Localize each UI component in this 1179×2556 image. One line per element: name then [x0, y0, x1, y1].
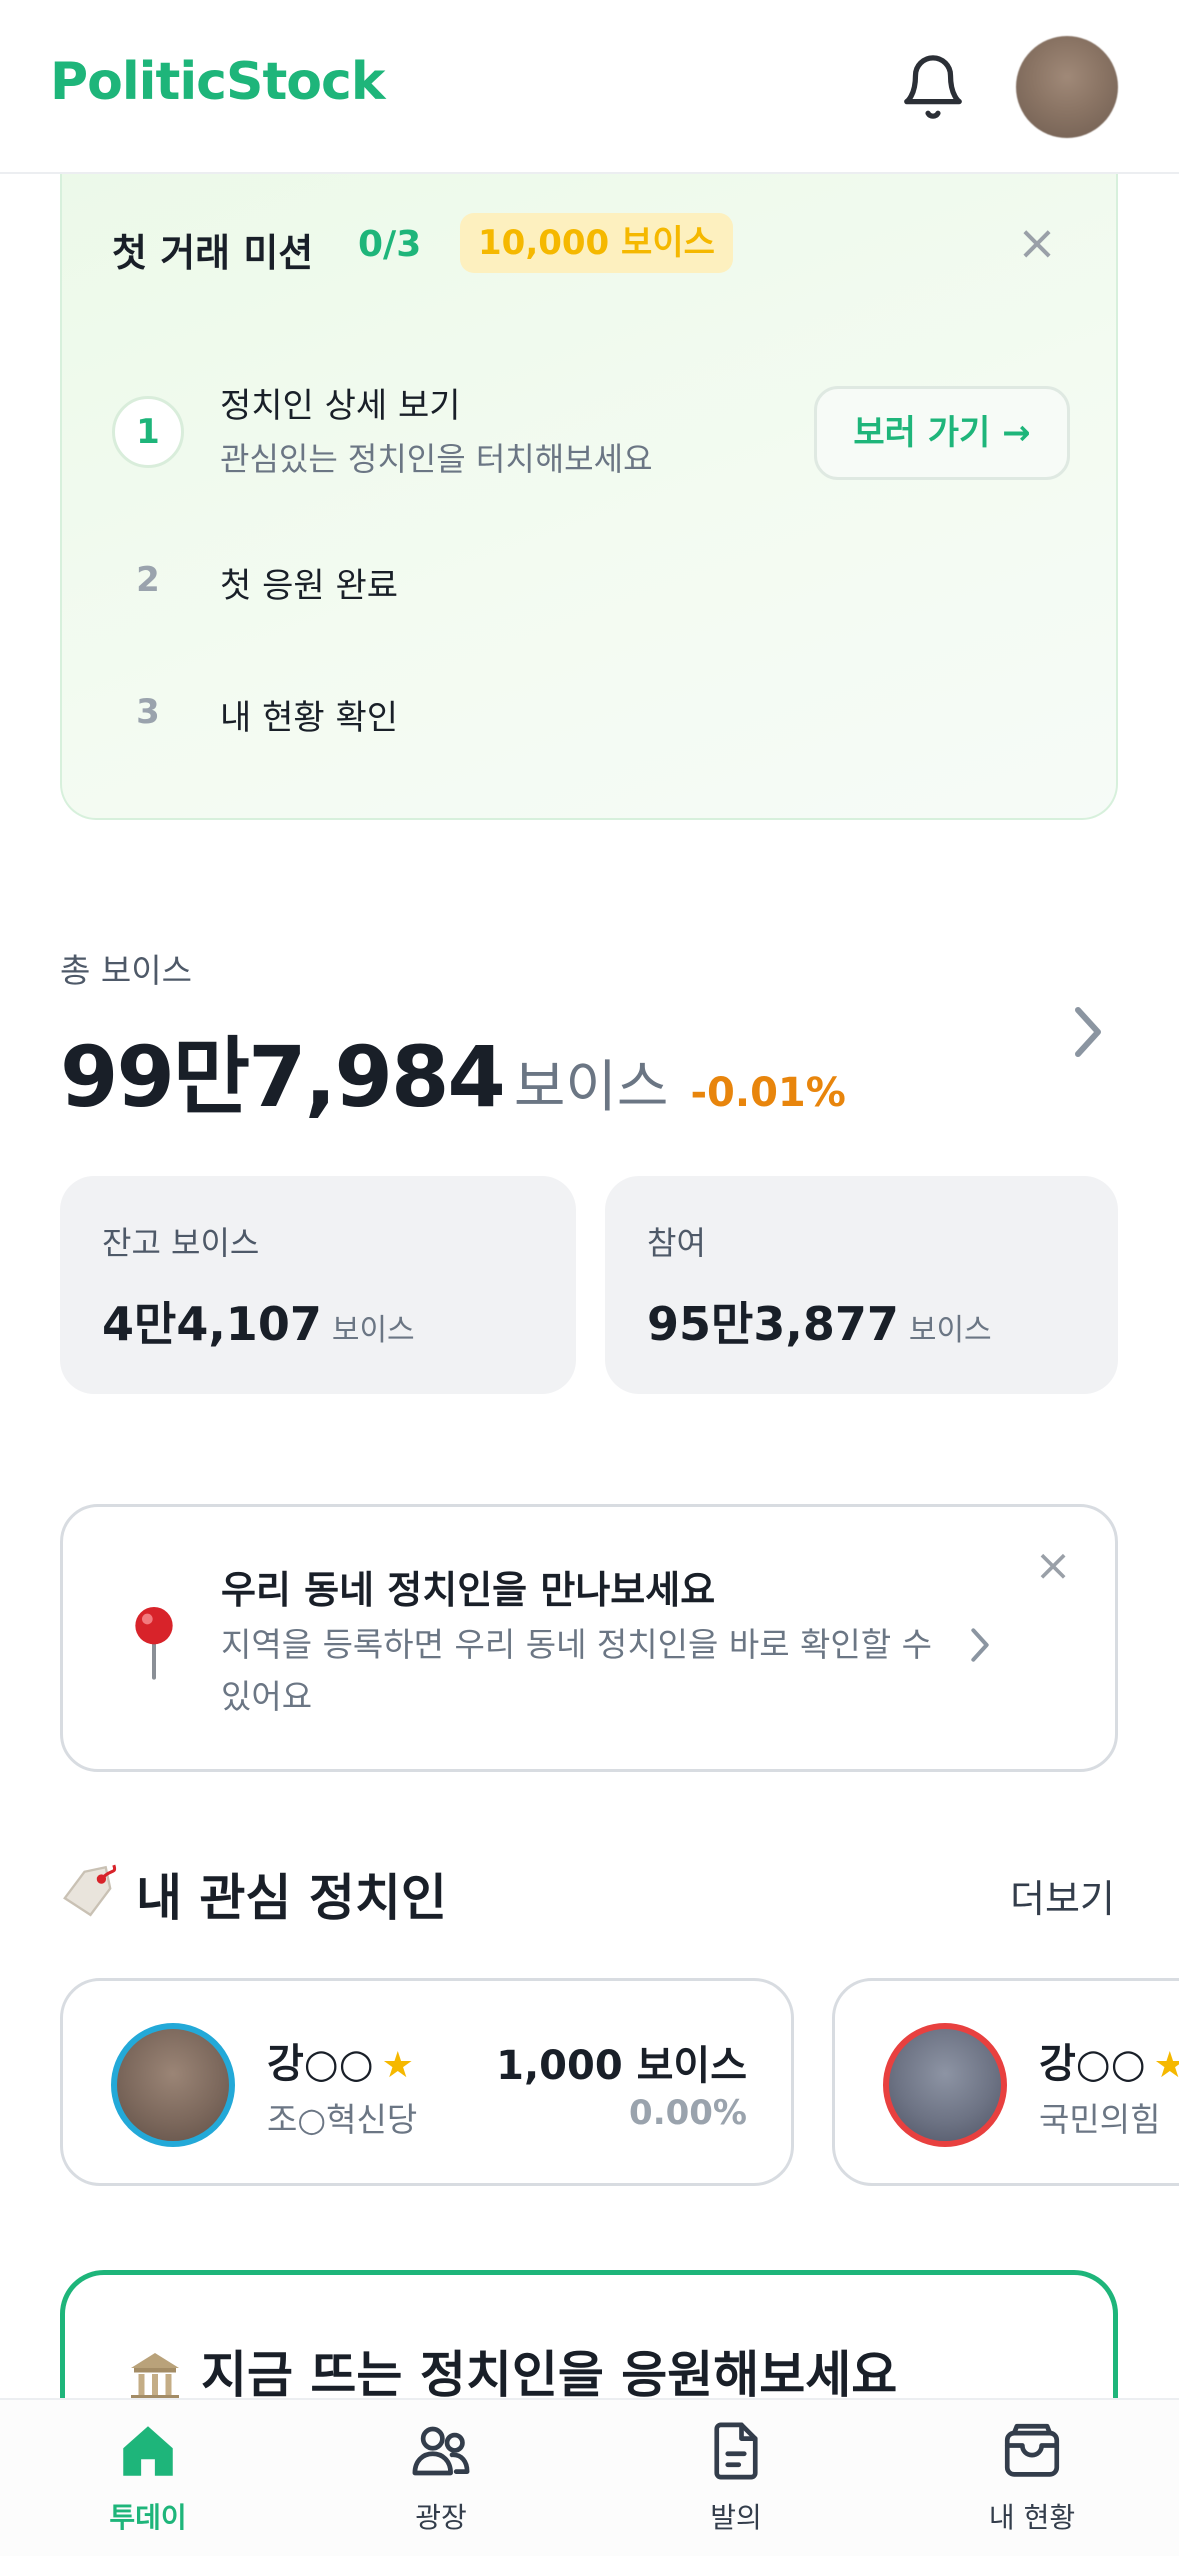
politician-voice-amount: 1,000 보이스: [496, 2043, 747, 2089]
mission-progress: 0/3: [358, 224, 422, 265]
tab-label: 광장: [415, 2501, 467, 2534]
total-voice-row[interactable]: 99만7,984 보이스 -0.01%: [60, 1010, 846, 1126]
stat-number: 4만4,107: [102, 1297, 322, 1351]
step-subtitle-1: 관심있는 정치인을 터치해보세요: [220, 440, 653, 478]
politician-voice-change: 0.00%: [629, 2093, 747, 2133]
close-icon[interactable]: ×: [1033, 1544, 1073, 1588]
pin-icon: [135, 1607, 173, 1680]
politician-name: 강○○: [267, 2041, 374, 2087]
total-voice-unit: 보이스: [513, 1055, 669, 1120]
stat-unit: 보이스: [331, 1313, 415, 1348]
tab-my-status[interactable]: 내 현황: [932, 2418, 1132, 2548]
step-number-2: 2: [136, 560, 160, 600]
app-header: PoliticStock: [0, 0, 1179, 174]
chevron-right-icon[interactable]: [1068, 1002, 1108, 1062]
interest-section-title: 내 관심 정치인: [136, 1869, 447, 1927]
first-trade-mission-card: 첫 거래 미션 0/3 10,000 보이스 × 1 정치인 상세 보기 관심있…: [60, 160, 1118, 820]
participation-voice-card[interactable]: 참여 95만3,877 보이스: [605, 1176, 1118, 1394]
politician-party: 국민의힘: [1039, 2100, 1161, 2139]
users-icon: [412, 2426, 470, 2476]
close-icon[interactable]: ×: [1012, 219, 1062, 270]
local-politician-banner[interactable]: 우리 동네 정치인을 만나보세요 지역을 등록하면 우리 동네 정치인을 바로 …: [60, 1504, 1118, 1772]
stat-label: 잔고 보이스: [102, 1224, 260, 1262]
politician-card[interactable]: 강○○ ★ 조○혁신당 1,000 보이스 0.00%: [60, 1978, 794, 2186]
bell-icon[interactable]: [898, 52, 968, 122]
stat-label: 참여: [647, 1224, 706, 1262]
politician-name: 강○○: [1039, 2041, 1146, 2087]
local-banner-title: 우리 동네 정치인을 만나보세요: [221, 1568, 716, 1612]
tab-label: 내 현황: [988, 2501, 1076, 2534]
politician-name-row: 강○○★: [267, 2031, 414, 2089]
tab-plaza[interactable]: 광장: [341, 2418, 541, 2548]
star-icon: ★: [1154, 2045, 1179, 2086]
tag-icon: [63, 1864, 117, 1917]
step-title-2: 첫 응원 완료: [220, 566, 399, 606]
step-number-3: 3: [136, 692, 160, 732]
step-number-1: 1: [112, 396, 184, 468]
see-more-link[interactable]: 더보기: [1010, 1868, 1115, 1923]
mission-reward-badge: 10,000 보이스: [460, 213, 733, 273]
star-icon: ★: [381, 2045, 414, 2086]
document-icon: [714, 2422, 758, 2480]
stat-value: 4만4,107 보이스: [102, 1288, 415, 1354]
politician-party: 조○혁신당: [267, 2100, 418, 2139]
politician-name-row: 강○○★: [1039, 2031, 1179, 2089]
tab-label: 투데이: [109, 2501, 187, 2534]
step-title-3: 내 현황 확인: [220, 698, 399, 738]
stat-value: 95만3,877 보이스: [647, 1288, 992, 1354]
total-voice-label: 총 보이스: [60, 951, 192, 990]
go-view-button[interactable]: 보러 가기 →: [814, 386, 1070, 480]
chevron-right-icon[interactable]: [963, 1625, 997, 1665]
politician-avatar: [883, 2023, 1007, 2147]
profile-avatar[interactable]: [1016, 36, 1118, 138]
balance-voice-card[interactable]: 잔고 보이스 4만4,107 보이스: [60, 1176, 576, 1394]
step-title-1: 정치인 상세 보기: [220, 386, 461, 426]
mission-title: 첫 거래 미션: [112, 231, 314, 275]
politician-avatar: [111, 2023, 235, 2147]
stat-unit: 보이스: [908, 1313, 992, 1348]
tab-proposal[interactable]: 발의: [636, 2418, 836, 2548]
trending-banner-title: 지금 뜨는 정치인을 응원해보세요: [201, 2346, 898, 2404]
stat-number: 95만3,877: [647, 1297, 899, 1351]
wallet-icon: [1004, 2423, 1060, 2477]
total-voice-amount: 99만7,984: [60, 1028, 506, 1126]
local-banner-subtitle: 지역을 등록하면 우리 동네 정치인을 바로 확인할 수 있어요: [221, 1625, 932, 1716]
total-voice-change: -0.01%: [690, 1070, 846, 1116]
home-icon: [123, 2426, 173, 2476]
tab-today[interactable]: 투데이: [48, 2418, 248, 2548]
tab-label: 발의: [710, 2501, 762, 2534]
app-logo[interactable]: PoliticStock: [50, 52, 385, 112]
politician-card[interactable]: 강○○★ 국민의힘: [832, 1978, 1179, 2186]
bottom-tab-bar: 투데이 광장 발의 내 현황: [0, 2398, 1179, 2556]
